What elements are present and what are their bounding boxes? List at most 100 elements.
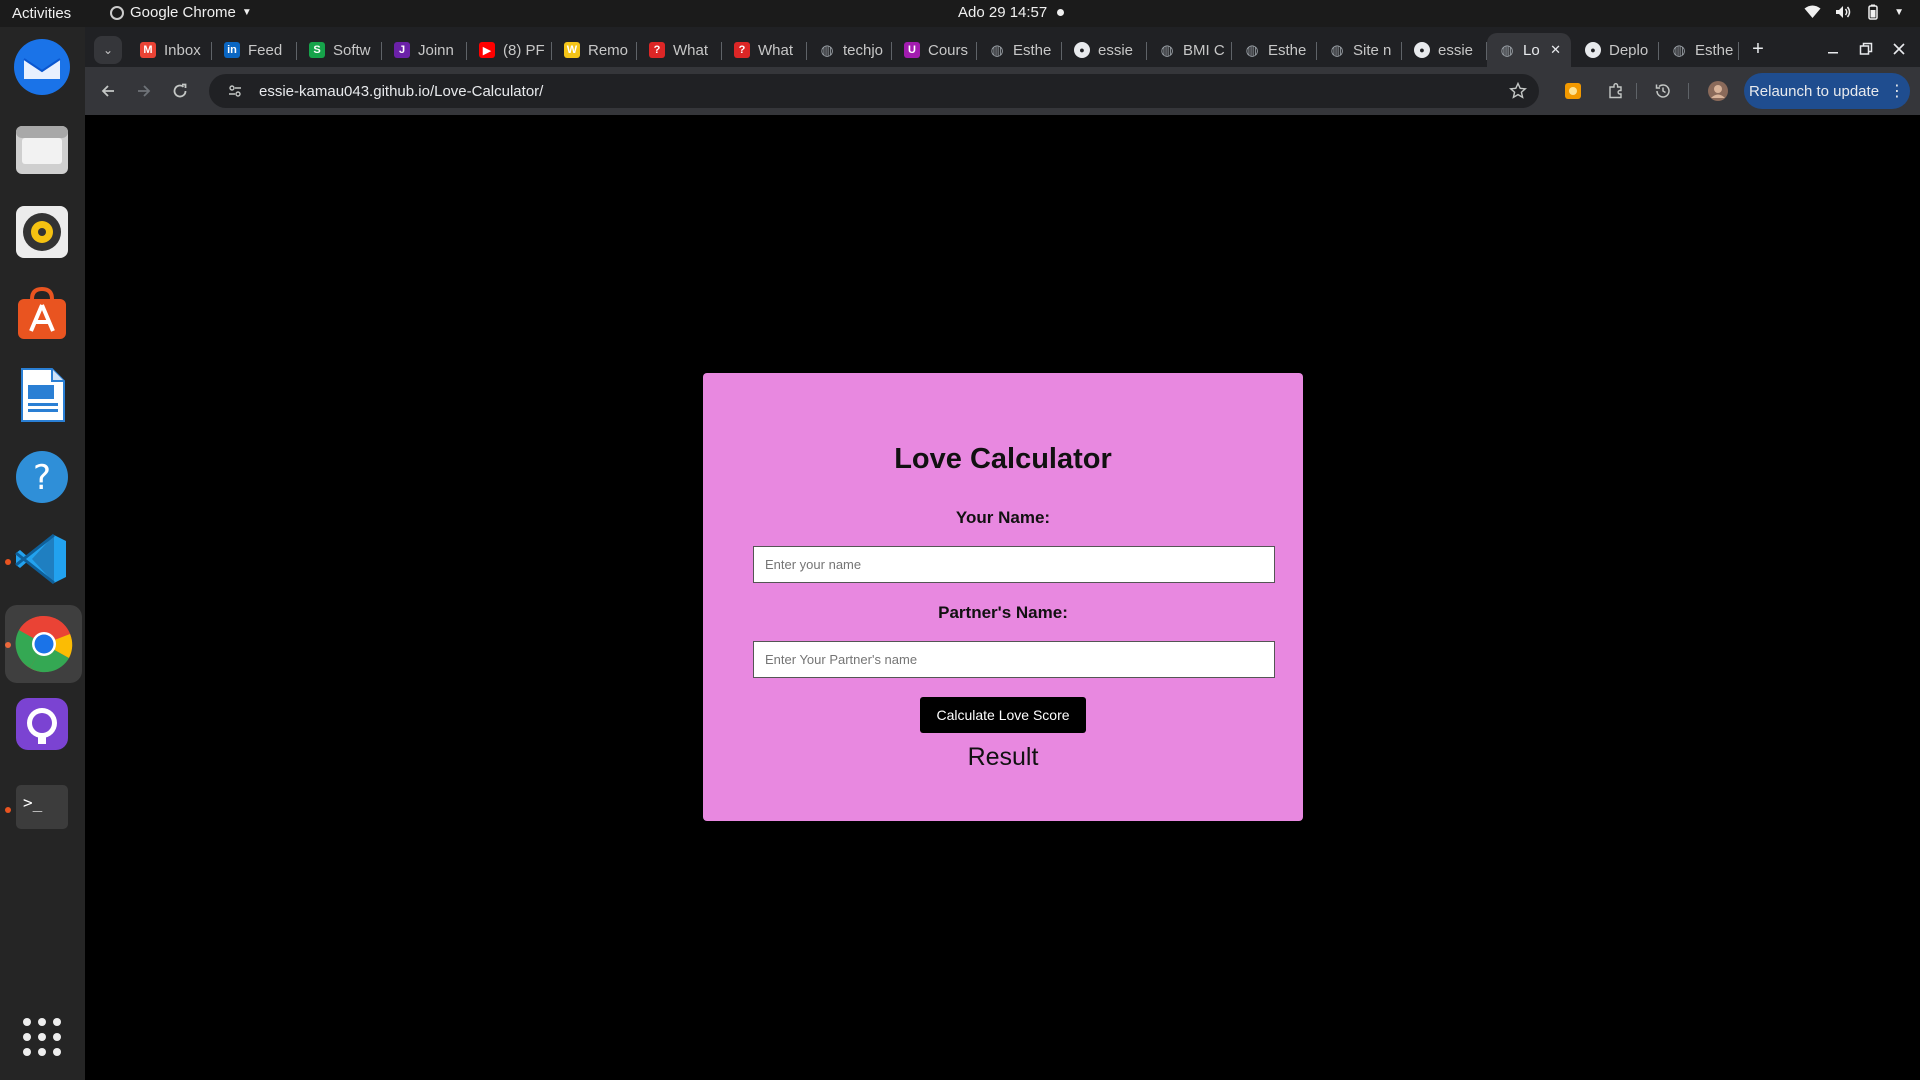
close-tab-icon[interactable]: ✕	[1550, 42, 1561, 58]
relaunch-to-update-button[interactable]: Relaunch to update ⋮	[1744, 73, 1910, 109]
browser-tab[interactable]: ● essie	[1402, 33, 1487, 67]
globe-icon: ◍	[1500, 42, 1514, 59]
svg-text:?: ?	[33, 458, 51, 498]
new-tab-button[interactable]: +	[1744, 35, 1772, 63]
minimize-button[interactable]	[1823, 39, 1843, 59]
browser-tab[interactable]: in Feed	[212, 33, 297, 67]
dock-terminal[interactable]: >_	[12, 777, 72, 837]
browser-tab[interactable]: ◍ Site n	[1317, 33, 1402, 67]
plus-icon: +	[1752, 37, 1764, 60]
tab-label: Softw	[333, 41, 371, 59]
browser-tab[interactable]: ▶ (8) PF	[467, 33, 552, 67]
dock-files[interactable]	[12, 120, 72, 180]
arrow-right-icon	[138, 85, 151, 97]
dock-github-desktop[interactable]	[12, 694, 72, 754]
url-text: essie-kamau043.github.io/Love-Calculator…	[259, 82, 544, 100]
vscode-icon	[15, 533, 66, 585]
tab-label: Esthe	[1013, 41, 1052, 59]
caret-down-icon: ▼	[241, 7, 252, 18]
libreoffice-writer-icon	[21, 368, 65, 422]
browser-tab[interactable]: J Joinn	[382, 33, 467, 67]
dock-chrome[interactable]	[5, 605, 82, 683]
relaunch-label: Relaunch to update	[1748, 82, 1880, 100]
reload-button[interactable]	[166, 77, 194, 105]
app-menu[interactable]: Google Chrome ▼	[110, 4, 252, 21]
forward-button[interactable]	[130, 77, 158, 105]
browser-tab[interactable]: ◍ BMI C	[1147, 33, 1232, 67]
avatar	[1708, 81, 1728, 101]
bookmark-star-icon[interactable]	[1509, 82, 1527, 100]
browser-tab[interactable]: U Cours	[892, 33, 977, 67]
system-tray[interactable]: ▼	[1804, 4, 1904, 20]
vscode-running-indicator	[5, 559, 11, 565]
toolbar-divider	[1636, 83, 1637, 99]
partner-name-input[interactable]	[753, 641, 1275, 678]
question-icon: ?	[734, 42, 750, 58]
browser-tab[interactable]: ? What	[722, 33, 807, 67]
dock-app-center[interactable]	[12, 283, 72, 343]
dock-thunderbird[interactable]	[12, 37, 72, 97]
youtube-icon: ▶	[479, 42, 495, 58]
tab-search-button[interactable]: ⌄	[94, 36, 122, 64]
extensions-menu-button[interactable]	[1602, 77, 1630, 105]
tab-label: Joinn	[418, 41, 454, 59]
battery-icon	[1868, 4, 1878, 20]
address-bar[interactable]: essie-kamau043.github.io/Love-Calculator…	[209, 74, 1539, 108]
github-icon: ●	[1414, 42, 1430, 58]
browser-window: ⌄ M Inbox in Feed S Softw J Joinn ▶ (8) PF W Remo? W…	[85, 27, 1920, 115]
tab-strip: ⌄ M Inbox in Feed S Softw J Joinn ▶ (8) PF W Remo? W…	[85, 27, 1920, 67]
clock[interactable]: Ado 29 14:57	[958, 4, 1065, 21]
tab-active[interactable]: ◍ Lo ✕	[1487, 33, 1571, 67]
github-icon: ●	[1074, 42, 1090, 58]
browser-tab[interactable]: W Remo	[552, 33, 637, 67]
arrow-left-icon	[101, 85, 114, 97]
browser-tab[interactable]: ◍ Esthe	[1232, 33, 1317, 67]
tab-label: essie	[1438, 41, 1474, 59]
browser-tab[interactable]: ◍ Esthe	[1659, 33, 1739, 67]
extension-button[interactable]	[1559, 77, 1587, 105]
question-icon: ?	[649, 42, 665, 58]
restore-icon	[1859, 42, 1873, 55]
globe-icon: ◍	[1245, 42, 1259, 59]
restore-button[interactable]	[1856, 39, 1876, 59]
browser-tab[interactable]: ● Deplo	[1573, 33, 1659, 67]
site-info-icon[interactable]	[227, 83, 243, 99]
browser-tab[interactable]: ◍ techjo	[807, 33, 892, 67]
browser-tab[interactable]: S Softw	[297, 33, 382, 67]
app-center-icon	[18, 286, 66, 339]
w-icon: W	[564, 42, 580, 58]
close-window-button[interactable]	[1889, 39, 1909, 59]
reload-icon	[173, 83, 187, 98]
svg-text:>_: >_	[23, 793, 43, 812]
wifi-icon	[1804, 5, 1821, 18]
terminal-icon: >_	[16, 785, 68, 829]
history-icon	[1655, 84, 1670, 98]
tab-label: Esthe	[1695, 41, 1734, 59]
history-button[interactable]	[1649, 77, 1677, 105]
close-icon	[1893, 43, 1905, 55]
tab-label: Feed	[248, 41, 283, 59]
tab-separator	[1738, 42, 1739, 60]
tab-label: What	[758, 41, 794, 59]
minimize-icon	[1828, 52, 1838, 54]
browser-tab[interactable]: ● essie	[1062, 33, 1147, 67]
chevron-down-icon: ⌄	[102, 43, 114, 57]
dock-vscode[interactable]	[12, 529, 72, 589]
back-button[interactable]	[94, 77, 122, 105]
globe-icon: ◍	[1672, 42, 1686, 59]
browser-tab[interactable]: M Inbox	[128, 33, 212, 67]
your-name-input[interactable]	[753, 546, 1275, 583]
profile-button[interactable]	[1704, 77, 1732, 105]
dock-help[interactable]: ?	[12, 447, 72, 507]
browser-tab[interactable]: ◍ Esthe	[977, 33, 1062, 67]
terminal-running-indicator	[5, 807, 11, 813]
gmail-icon: M	[140, 42, 156, 58]
browser-tab[interactable]: ? What	[637, 33, 722, 67]
calculate-love-score-button[interactable]: Calculate Love Score	[920, 697, 1086, 733]
tab-label: Deplo	[1609, 41, 1649, 59]
dock-rhythmbox[interactable]	[12, 202, 72, 262]
activities-button[interactable]: Activities	[12, 5, 71, 22]
kebab-menu-icon: ⋮	[1889, 83, 1906, 100]
dock-writer[interactable]	[12, 365, 72, 425]
show-apps-button[interactable]	[22, 1017, 62, 1057]
